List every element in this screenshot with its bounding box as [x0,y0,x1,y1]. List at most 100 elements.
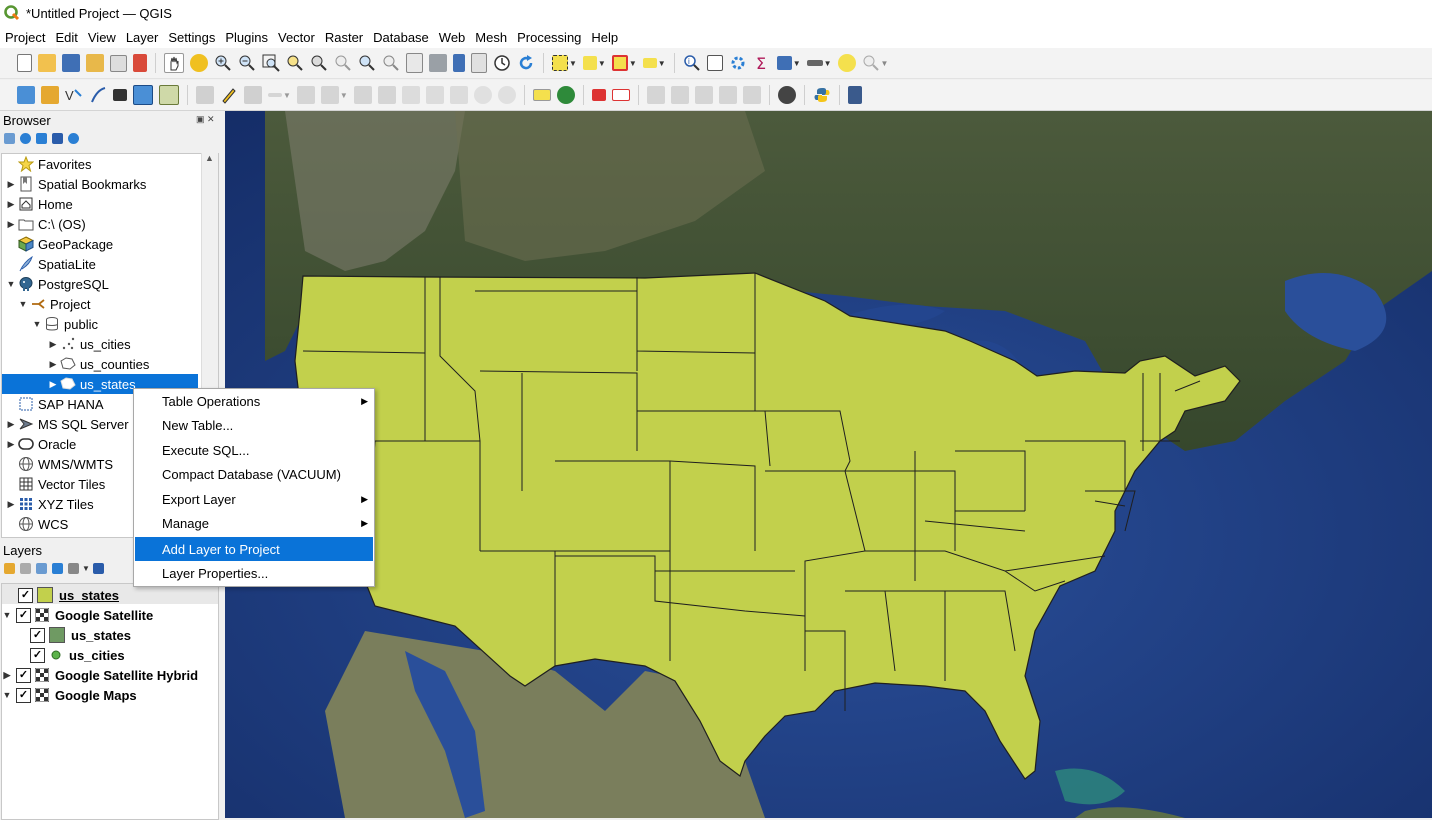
new-virtual-layer-icon[interactable] [113,89,127,101]
processing-toolbox-icon[interactable] [729,54,747,72]
filter-legend-icon[interactable] [52,563,63,574]
open-layer-styling-icon[interactable] [4,563,15,574]
zoom-native-icon[interactable] [334,54,352,72]
menu-project[interactable]: Project [0,30,50,45]
menu-item-export-layer[interactable]: Export Layer ▶ [135,487,373,511]
browser-item-spatial-bookmarks[interactable]: ▶ Spatial Bookmarks [6,174,146,194]
attributes-icon[interactable] [776,56,792,70]
print-layout-icon[interactable] [110,54,127,72]
temporal-controller-icon[interactable] [493,54,511,72]
layer-item-google-satellite-hybrid[interactable]: ▶ ✓ Google Satellite Hybrid [2,665,198,685]
layer-item-google-satellite[interactable]: ▼ ✓ Google Satellite [2,605,153,625]
menu-mesh[interactable]: Mesh [470,30,512,45]
browser-item-project-connection[interactable]: ▼ Project [18,294,91,314]
zoom-in-icon[interactable] [214,54,232,72]
browser-item-xyz-tiles[interactable]: ▶ XYZ Tiles [6,494,94,514]
expand-arrow-icon[interactable]: ▶ [48,359,58,370]
menu-help[interactable]: Help [586,30,623,45]
add-group-icon[interactable] [20,563,31,574]
refresh-browser-icon[interactable] [20,133,31,144]
layer-visibility-checkbox[interactable]: ✓ [30,647,45,663]
menu-processing[interactable]: Processing [512,30,586,45]
browser-item-mssql[interactable]: ▶ MS SQL Server [6,414,129,434]
menu-item-manage[interactable]: Manage ▶ [135,511,373,535]
new-project-icon[interactable] [17,54,32,72]
menu-item-table-operations[interactable]: Table Operations ▶ [135,389,373,413]
browser-item-oracle[interactable]: ▶ Oracle [6,434,77,454]
collapse-arrow-icon[interactable]: ▼ [32,319,42,329]
select-location-icon[interactable] [642,58,657,68]
zoom-next-icon[interactable] [382,54,400,72]
filter-browser-icon[interactable] [36,133,47,144]
data-source-manager-icon[interactable] [17,86,35,104]
layer-visibility-checkbox[interactable]: ✓ [16,607,31,623]
locator-dropdown-icon[interactable]: ▼ [881,59,889,68]
expand-arrow-icon[interactable]: ▶ [6,199,16,210]
filter-dropdown-icon[interactable]: ▼ [82,564,90,573]
expand-all-icon[interactable] [92,563,104,574]
select-location-dropdown-icon[interactable]: ▼ [658,59,666,68]
menu-item-compact-database[interactable]: Compact Database (VACUUM) [135,462,373,486]
collapse-arrow-icon[interactable]: ▼ [2,610,12,620]
new-3d-map-icon[interactable] [429,54,447,72]
browser-item-us-counties[interactable]: ▶ us_counties [48,354,150,374]
browser-item-c-drive[interactable]: ▶ C:\ (OS) [6,214,86,234]
toggle-editing-icon[interactable] [220,86,238,104]
select-value-dropdown-icon[interactable]: ▼ [598,59,606,68]
map-rendering[interactable] [225,111,1432,818]
menu-view[interactable]: View [83,30,121,45]
zoom-last-icon[interactable] [358,54,376,72]
expand-arrow-icon[interactable]: ▶ [48,379,58,390]
layer-visibility-checkbox[interactable]: ✓ [16,667,31,683]
menu-vector[interactable]: Vector [273,30,320,45]
help-contents-icon[interactable] [847,86,862,104]
map-canvas[interactable] [225,111,1432,818]
browser-item-home[interactable]: ▶ Home [6,194,73,214]
open-project-icon[interactable] [38,54,56,72]
layer-item-us-states-top[interactable]: ✓ us_states [14,585,119,605]
expand-arrow-icon[interactable]: ▶ [2,670,12,681]
browser-item-wms-wmts[interactable]: WMS/WMTS [6,454,113,474]
browser-item-wcs[interactable]: WCS [6,514,68,534]
menu-item-layer-properties[interactable]: Layer Properties... [135,561,373,585]
new-temporary-layer-icon[interactable] [159,85,179,105]
filter-by-expression-icon[interactable] [68,563,79,574]
manage-map-themes-icon[interactable] [36,563,47,574]
properties-info-icon[interactable] [68,133,79,144]
expand-arrow-icon[interactable]: ▶ [6,179,16,190]
menu-settings[interactable]: Settings [163,30,220,45]
browser-item-spatialite[interactable]: SpatiaLite [6,254,96,274]
menu-database[interactable]: Database [368,30,434,45]
identify-features-icon[interactable]: i [683,54,701,72]
layer-visibility-checkbox[interactable]: ✓ [16,687,31,703]
collapse-arrow-icon[interactable]: ▼ [2,690,12,700]
label-diagram-icon[interactable] [556,86,575,104]
select-features-icon[interactable] [552,55,568,71]
zoom-full-icon[interactable] [262,54,280,72]
style-manager-icon[interactable] [133,54,147,72]
new-map-view-icon[interactable] [406,53,423,73]
expand-arrow-icon[interactable]: ▶ [6,419,16,430]
browser-item-postgresql[interactable]: ▼ PostgreSQL [6,274,109,294]
select-dropdown-icon[interactable]: ▼ [569,59,577,68]
panel-close-icon[interactable]: ✕ [207,114,215,125]
browser-item-geopackage[interactable]: GeoPackage [6,234,113,254]
pin-labels-icon[interactable] [591,89,606,101]
menu-item-add-layer-to-project[interactable]: Add Layer to Project [135,537,373,561]
pan-to-selection-icon[interactable] [190,54,208,72]
zoom-to-selection-icon[interactable] [286,54,304,72]
attributes-dropdown-icon[interactable]: ▼ [793,59,801,68]
label-toolbar-icon[interactable] [532,89,551,101]
refresh-icon[interactable] [517,54,535,72]
browser-item-sap-hana[interactable]: SAP HANA [6,394,104,414]
select-by-value-icon[interactable] [582,56,597,70]
pan-map-icon[interactable] [164,53,184,73]
save-project-icon[interactable] [62,54,80,72]
measure-line-icon[interactable] [806,60,823,66]
layer-item-google-maps[interactable]: ▼ ✓ Google Maps [2,685,137,705]
menu-edit[interactable]: Edit [50,30,82,45]
new-spatialite-layer-icon[interactable] [89,86,107,104]
new-mesh-layer-icon[interactable] [133,85,153,105]
browser-item-favorites[interactable]: Favorites [6,154,91,174]
new-shapefile-layer-icon[interactable]: V [65,86,83,104]
